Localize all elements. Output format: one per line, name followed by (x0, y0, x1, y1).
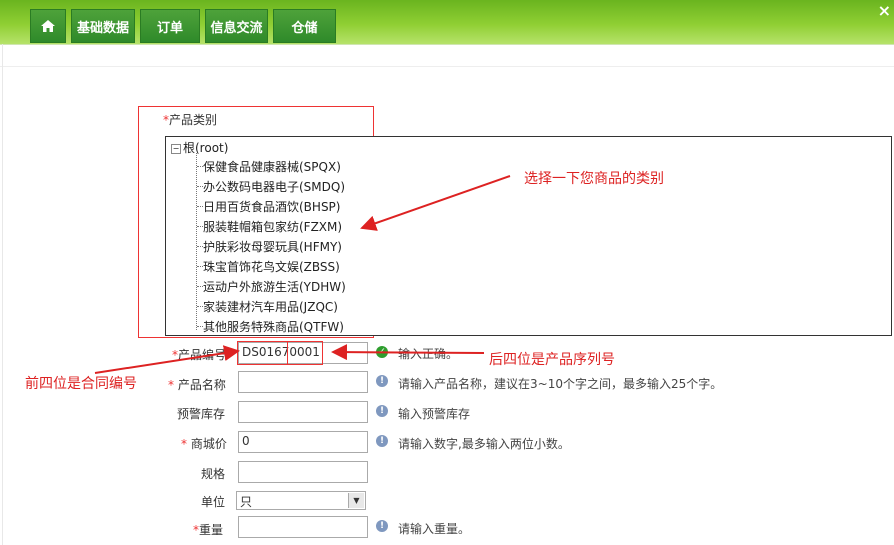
arrow-contract (94, 345, 240, 374)
arrow-category (360, 175, 511, 231)
annotation-arrows (94, 175, 511, 374)
arrow-serial (331, 344, 485, 361)
